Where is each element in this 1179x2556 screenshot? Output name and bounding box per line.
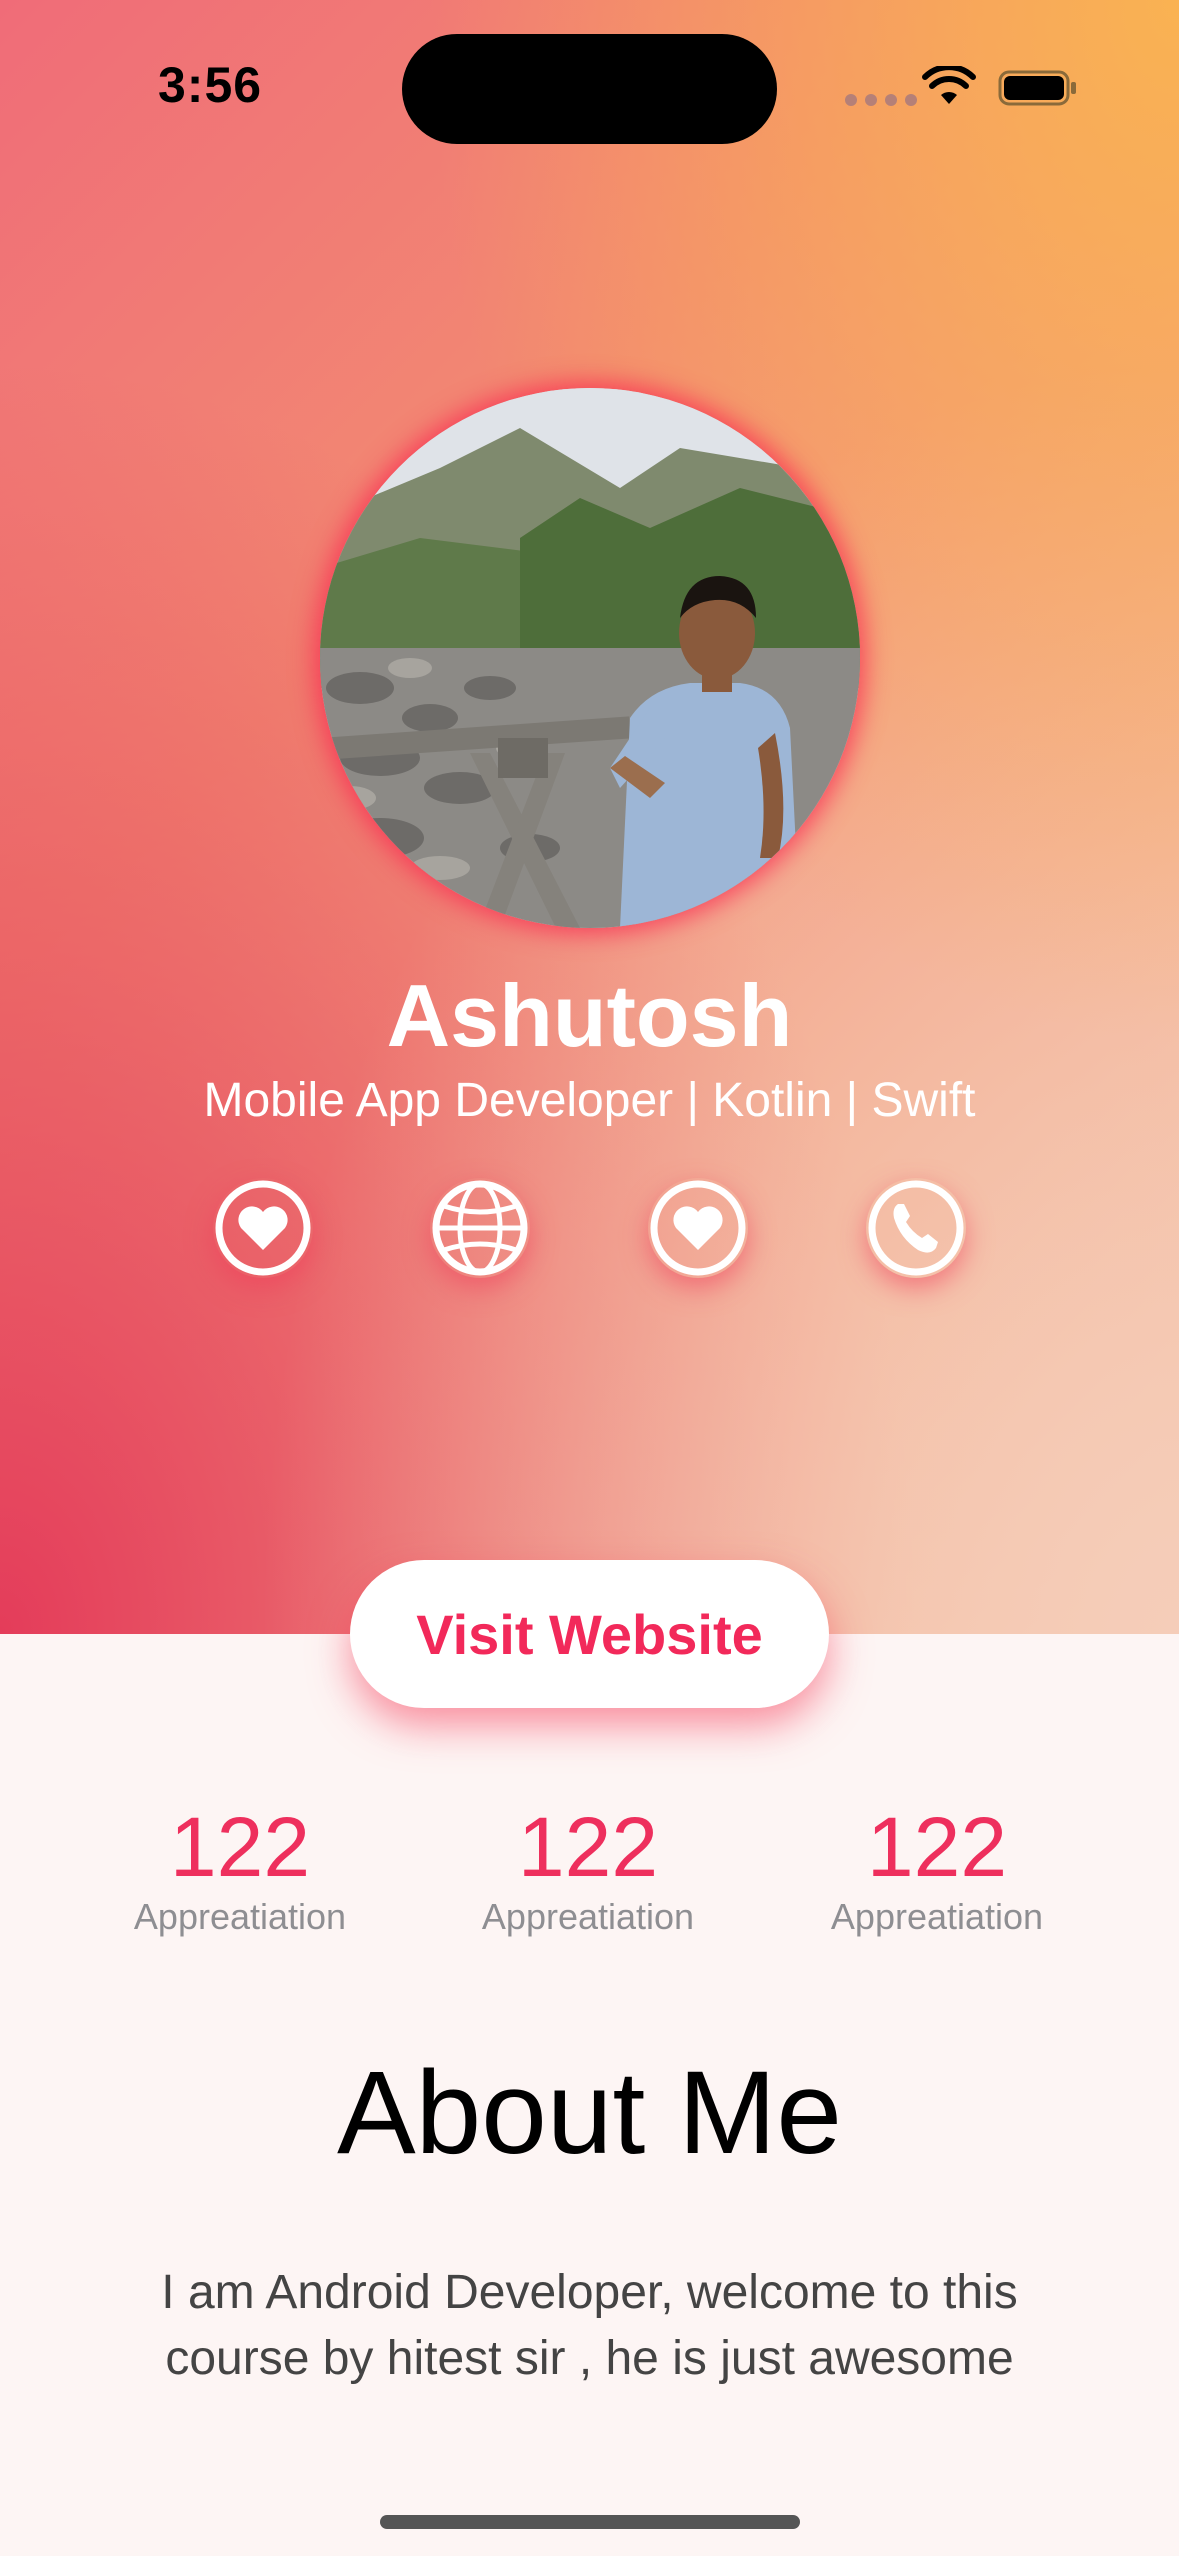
phone-icon xyxy=(868,1180,964,1276)
profile-subtitle: Mobile App Developer | Kotlin | Swift xyxy=(203,1074,976,1127)
avatar-photo xyxy=(320,388,860,928)
stat-label: Appreatiation xyxy=(133,1896,347,1937)
stat-value: 122 xyxy=(517,1800,659,1894)
social-links-row xyxy=(0,1178,1179,1278)
globe-icon xyxy=(432,1180,528,1276)
visit-website-button[interactable]: Visit Website xyxy=(350,1560,829,1708)
phone-button[interactable] xyxy=(866,1178,966,1278)
stat-item: 122 Appreatiation xyxy=(767,1802,1107,1938)
globe-button[interactable] xyxy=(430,1178,530,1278)
stat-label: Appreatiation xyxy=(481,1896,695,1937)
status-bar-time: 3:56 xyxy=(158,57,263,113)
profile-avatar xyxy=(320,388,860,928)
about-text: I am Android Developer, welcome to this … xyxy=(161,2266,1018,2385)
heart-button[interactable] xyxy=(213,1178,313,1278)
heart-button-secondary[interactable] xyxy=(648,1178,748,1278)
stat-value: 122 xyxy=(169,1800,311,1894)
profile-screen: 3:56 Ashutosh Mobile App Developer | Kot… xyxy=(0,0,1179,2556)
about-title: About Me xyxy=(336,2047,843,2179)
home-indicator[interactable] xyxy=(380,2515,800,2529)
cellular-signal-icon xyxy=(845,94,917,106)
profile-name: Ashutosh xyxy=(386,966,793,1065)
dynamic-island xyxy=(402,34,777,144)
wifi-icon xyxy=(922,66,976,104)
stat-item: 122 Appreatiation xyxy=(418,1802,758,1938)
stat-item: 122 Appreatiation xyxy=(70,1802,410,1938)
stat-label: Appreatiation xyxy=(830,1896,1044,1937)
battery-icon xyxy=(998,70,1076,106)
heart-icon xyxy=(650,1180,746,1276)
stat-value: 122 xyxy=(866,1800,1008,1894)
heart-icon xyxy=(215,1180,311,1276)
